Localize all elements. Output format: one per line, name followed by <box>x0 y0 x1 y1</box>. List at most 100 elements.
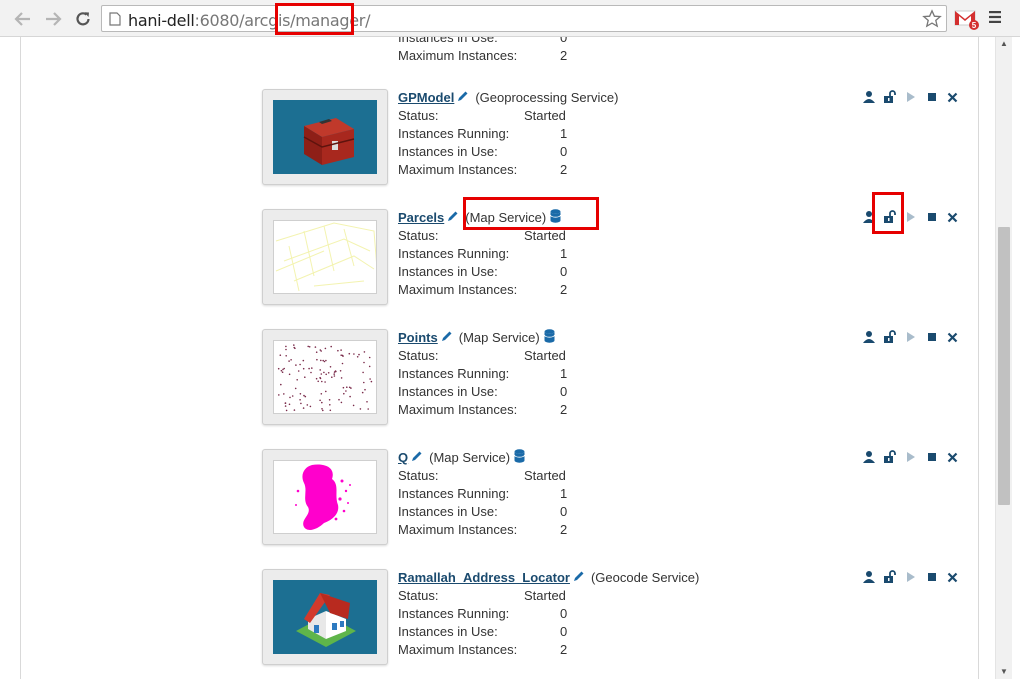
close-icon <box>947 332 958 342</box>
stop-button[interactable] <box>921 449 942 465</box>
map-point <box>340 377 343 379</box>
permissions-button[interactable] <box>858 449 879 465</box>
map-point <box>321 380 323 383</box>
browser-menu-icon[interactable] <box>988 10 1002 27</box>
unlock-icon <box>883 450 896 463</box>
map-point <box>297 370 300 372</box>
service-row-q: Q (Map Service) Status: Started Instances… <box>0 448 978 569</box>
vertical-scrollbar[interactable]: ▲ ▼ <box>995 37 1012 679</box>
scroll-down-arrow-icon[interactable]: ▼ <box>1000 667 1008 676</box>
start-button[interactable] <box>900 329 921 345</box>
edit-pencil-icon[interactable] <box>573 569 585 587</box>
stop-button[interactable] <box>921 329 942 345</box>
security-button[interactable] <box>879 569 900 585</box>
forward-button[interactable] <box>42 8 64 30</box>
delete-button[interactable] <box>942 329 963 345</box>
service-actions <box>858 449 963 465</box>
highlight-box-url-path <box>275 3 354 35</box>
arcgis-manager-page: Instances in Use: 0 Maximum Instances: 2 G… <box>0 37 1020 679</box>
points-map <box>273 340 377 414</box>
service-type: (Map Service) <box>429 450 511 465</box>
status-value: Started <box>524 468 566 483</box>
scroll-thumb[interactable] <box>998 227 1010 505</box>
delete-button[interactable] <box>942 209 963 225</box>
map-point <box>364 388 366 391</box>
max-value: 2 <box>560 48 568 63</box>
map-point <box>346 386 348 388</box>
map-point <box>323 360 326 363</box>
service-actions <box>858 329 963 345</box>
bookmark-star-icon[interactable] <box>922 9 942 32</box>
max-value: 2 <box>560 522 568 537</box>
service-info: GPModel (Geoprocessing Service) Status: S… <box>398 89 618 179</box>
in-use-value: 0 <box>560 144 568 159</box>
service-name-link[interactable]: GPModel <box>398 89 454 107</box>
map-point <box>308 367 310 370</box>
in-use-label: Instances in Use: <box>398 37 498 45</box>
map-point <box>299 363 301 366</box>
delete-button[interactable] <box>942 449 963 465</box>
in-use-label: Instances in Use: <box>398 264 498 279</box>
max-value: 2 <box>560 162 568 177</box>
service-name-link[interactable]: Parcels <box>398 209 444 227</box>
page-icon <box>109 12 121 29</box>
map-point <box>367 408 369 410</box>
service-name-link[interactable]: Points <box>398 329 438 347</box>
map-point <box>278 394 280 396</box>
edit-pencil-icon[interactable] <box>447 209 459 227</box>
service-thumbnail[interactable] <box>262 209 388 305</box>
stop-icon <box>927 453 936 461</box>
map-point <box>319 376 321 379</box>
service-actions <box>858 569 963 585</box>
map-point <box>314 346 317 348</box>
reload-button[interactable] <box>72 8 94 30</box>
map-point <box>321 408 323 410</box>
map-point <box>323 371 325 374</box>
parcels-map <box>273 220 377 294</box>
service-info: Q (Map Service) Status: Started Instances… <box>398 448 578 539</box>
service-thumbnail[interactable] <box>262 449 388 545</box>
service-name-link[interactable]: Ramallah_Address_Locator <box>398 569 570 587</box>
service-thumbnail[interactable] <box>262 569 388 665</box>
permissions-button[interactable] <box>858 329 879 345</box>
start-button[interactable] <box>900 89 921 105</box>
scroll-up-arrow-icon[interactable]: ▲ <box>1000 39 1008 48</box>
map-point <box>319 349 322 351</box>
map-point <box>356 356 359 358</box>
service-thumbnail[interactable] <box>262 329 388 425</box>
stop-button[interactable] <box>921 89 942 105</box>
map-point <box>285 355 287 357</box>
running-label: Instances Running: <box>398 366 510 381</box>
edit-pencil-icon[interactable] <box>457 89 469 107</box>
in-use-value: 0 <box>560 264 568 279</box>
database-icon <box>543 328 555 348</box>
map-point <box>299 393 302 395</box>
security-button[interactable] <box>879 89 900 105</box>
status-label: Status: <box>398 108 439 123</box>
running-value: 1 <box>560 246 568 261</box>
service-thumbnail[interactable] <box>262 89 388 185</box>
edit-pencil-icon[interactable] <box>441 329 453 347</box>
toolbox-icon <box>273 100 377 174</box>
start-button[interactable] <box>900 569 921 585</box>
map-point <box>288 373 291 376</box>
security-button[interactable] <box>879 449 900 465</box>
permissions-button[interactable] <box>858 89 879 105</box>
house-icon <box>273 580 377 654</box>
start-button[interactable] <box>900 449 921 465</box>
gmail-extension-icon[interactable]: 5 <box>954 8 980 33</box>
security-button[interactable] <box>879 329 900 345</box>
permissions-button[interactable] <box>858 569 879 585</box>
in-use-label: Instances in Use: <box>398 144 498 159</box>
map-point <box>340 349 342 351</box>
delete-button[interactable] <box>942 569 963 585</box>
delete-button[interactable] <box>942 89 963 105</box>
service-name-link[interactable]: Q <box>398 449 408 467</box>
edit-pencil-icon[interactable] <box>411 449 423 467</box>
back-button[interactable] <box>12 8 34 30</box>
stop-button[interactable] <box>921 569 942 585</box>
user-icon <box>862 331 875 343</box>
stop-button[interactable] <box>921 209 942 225</box>
map-point <box>325 390 327 393</box>
address-bar[interactable]: hani-dell:6080/arcgis/manager/ <box>101 5 947 32</box>
